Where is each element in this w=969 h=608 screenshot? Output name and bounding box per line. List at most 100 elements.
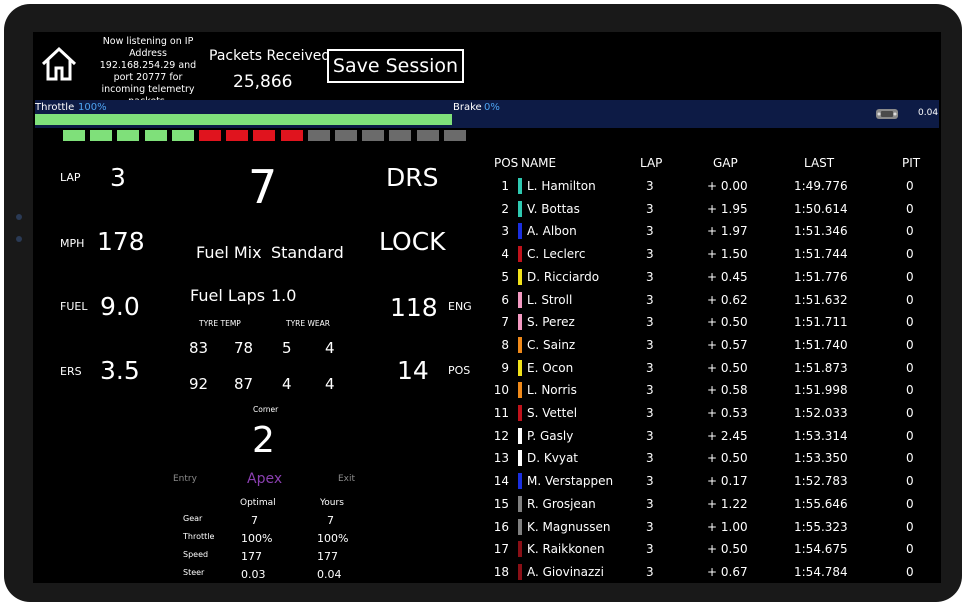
standings-row[interactable]: 3 A. Albon 3 + 1.97 1:51.346 0	[493, 223, 933, 242]
row-driver-name: V. Bottas	[527, 201, 580, 216]
tyre-wear-rr: 4	[325, 375, 335, 393]
team-color-marker	[518, 178, 522, 194]
row-last-lap: 1:51.711	[794, 315, 848, 330]
row-lap: 3	[646, 247, 654, 262]
standings-row[interactable]: 4 C. Leclerc 3 + 1.50 1:51.744 0	[493, 246, 933, 265]
team-color-marker	[518, 336, 522, 353]
lap-value: 3	[110, 163, 126, 192]
row-gap: + 0.00	[707, 179, 748, 193]
tyre-wear-rl: 4	[282, 375, 292, 393]
row-pos: 1	[501, 179, 509, 193]
drs-indicator: DRS	[386, 163, 439, 192]
row-driver-name: S. Vettel	[527, 406, 578, 420]
ers-value: 3.5	[100, 356, 140, 385]
corner-row-yours: 7	[327, 514, 334, 527]
listening-status: Now listening on IP Address 192.168.254.…	[99, 36, 197, 107]
standings-row[interactable]: 9 E. Ocon 3 + 0.50 1:51.873 0	[493, 359, 933, 379]
corner-row-yours: 100%	[317, 532, 349, 545]
team-color-marker	[518, 314, 522, 331]
standings-row[interactable]: 5 D. Ricciardo 3 + 0.45 1:51.776 0	[493, 268, 933, 288]
standings-row[interactable]: 2 V. Bottas 3 + 1.95 1:50.614 0	[493, 200, 933, 220]
row-pit: 0	[906, 360, 914, 375]
corner-number: 2	[252, 420, 275, 461]
standings-row[interactable]: 7 S. Perez 3 + 0.50 1:51.711 0	[493, 314, 933, 333]
row-pit: 0	[906, 428, 914, 443]
home-button[interactable]	[41, 46, 77, 82]
row-pit: 0	[906, 179, 914, 193]
standings-row[interactable]: 11 S. Vettel 3 + 0.53 1:52.033 0	[493, 405, 933, 424]
team-color-marker	[518, 450, 522, 467]
standings-row[interactable]: 17 K. Raikkonen 3 + 0.50 1:54.675 0	[493, 541, 933, 560]
team-color-marker	[518, 563, 522, 580]
standings-row[interactable]: 18 A. Giovinazzi 3 + 0.67 1:54.784 0	[493, 563, 933, 583]
row-last-lap: 1:51.873	[794, 360, 848, 375]
corner-row-label: Steer	[183, 568, 205, 577]
row-pos: 6	[501, 292, 509, 307]
packets-label: Packets Received	[209, 48, 331, 64]
camera-dot	[16, 214, 22, 220]
row-pit: 0	[906, 564, 914, 579]
row-pos: 16	[493, 519, 509, 534]
row-pos: 12	[493, 428, 509, 443]
row-last-lap: 1:53.350	[794, 451, 848, 466]
row-driver-name: A. Giovinazzi	[527, 564, 604, 579]
team-color-marker	[518, 405, 522, 421]
corner-row-optimal: 177	[241, 550, 262, 563]
row-lap: 3	[646, 337, 654, 352]
col-header-name: NAME	[521, 156, 557, 170]
standings-row[interactable]: 1 L. Hamilton 3 + 0.00 1:49.776 0	[493, 178, 933, 197]
standings-row[interactable]: 13 D. Kvyat 3 + 0.50 1:53.350 0	[493, 450, 933, 469]
row-pit: 0	[906, 496, 914, 511]
row-driver-name: C. Sainz	[527, 337, 576, 352]
team-color-marker	[518, 291, 522, 308]
row-lap: 3	[646, 201, 654, 216]
row-driver-name: K. Raikkonen	[527, 542, 605, 557]
row-driver-name: L. Stroll	[527, 292, 573, 307]
rev-light	[117, 130, 140, 141]
team-color-marker	[518, 473, 522, 490]
fuel-laps-value: 1.0	[271, 286, 297, 305]
row-gap: + 1.95	[707, 201, 748, 216]
fuel-value: 9.0	[100, 292, 140, 321]
rev-light	[63, 130, 85, 141]
row-pos: 10	[493, 383, 509, 398]
tyre-temp-rl: 92	[189, 375, 209, 393]
row-gap: + 0.50	[707, 542, 748, 557]
row-driver-name: R. Grosjean	[527, 496, 596, 511]
screen: Now listening on IP Address 192.168.254.…	[33, 32, 941, 583]
save-session-button[interactable]: Save Session	[327, 49, 464, 83]
row-pit: 0	[906, 224, 914, 239]
row-gap: + 0.17	[707, 474, 748, 489]
standings-row[interactable]: 16 K. Magnussen 3 + 1.00 1:55.323 0	[493, 518, 933, 538]
row-last-lap: 1:51.632	[794, 292, 848, 307]
corner-row-yours: 177	[317, 550, 338, 563]
standings-row[interactable]: 8 C. Sainz 3 + 0.57 1:51.740 0	[493, 336, 933, 356]
standings-row[interactable]: 10 L. Norris 3 + 0.58 1:51.998 0	[493, 382, 933, 401]
corner-row-optimal: 7	[251, 514, 258, 527]
row-pos: 2	[501, 201, 509, 216]
standings-row[interactable]: 14 M. Verstappen 3 + 0.17 1:52.783 0	[493, 473, 933, 492]
rev-light	[90, 130, 113, 141]
row-last-lap: 1:55.646	[794, 496, 848, 511]
ers-label: ERS	[60, 365, 82, 378]
row-gap: + 0.57	[707, 337, 748, 352]
corner-row-label: Speed	[183, 550, 209, 559]
rev-light	[253, 130, 276, 141]
row-last-lap: 1:54.675	[794, 542, 848, 557]
team-color-marker	[518, 427, 522, 444]
tablet-frame: Now listening on IP Address 192.168.254.…	[4, 4, 962, 602]
standings-row[interactable]: 12 P. Gasly 3 + 2.45 1:53.314 0	[493, 427, 933, 447]
row-lap: 3	[646, 383, 654, 398]
row-last-lap: 1:51.346	[794, 224, 848, 239]
corner-apex: Apex	[247, 471, 283, 487]
row-driver-name: L. Norris	[527, 383, 577, 398]
tyre-temp-fr: 78	[234, 339, 254, 357]
row-pos: 9	[501, 360, 509, 375]
team-color-marker	[518, 518, 522, 535]
standings-row[interactable]: 15 R. Grosjean 3 + 1.22 1:55.646 0	[493, 495, 933, 515]
corner-row-label: Gear	[183, 514, 203, 523]
row-pit: 0	[906, 292, 914, 307]
standings-row[interactable]: 6 L. Stroll 3 + 0.62 1:51.632 0	[493, 291, 933, 311]
row-lap: 3	[646, 496, 654, 511]
row-last-lap: 1:55.323	[794, 519, 848, 534]
